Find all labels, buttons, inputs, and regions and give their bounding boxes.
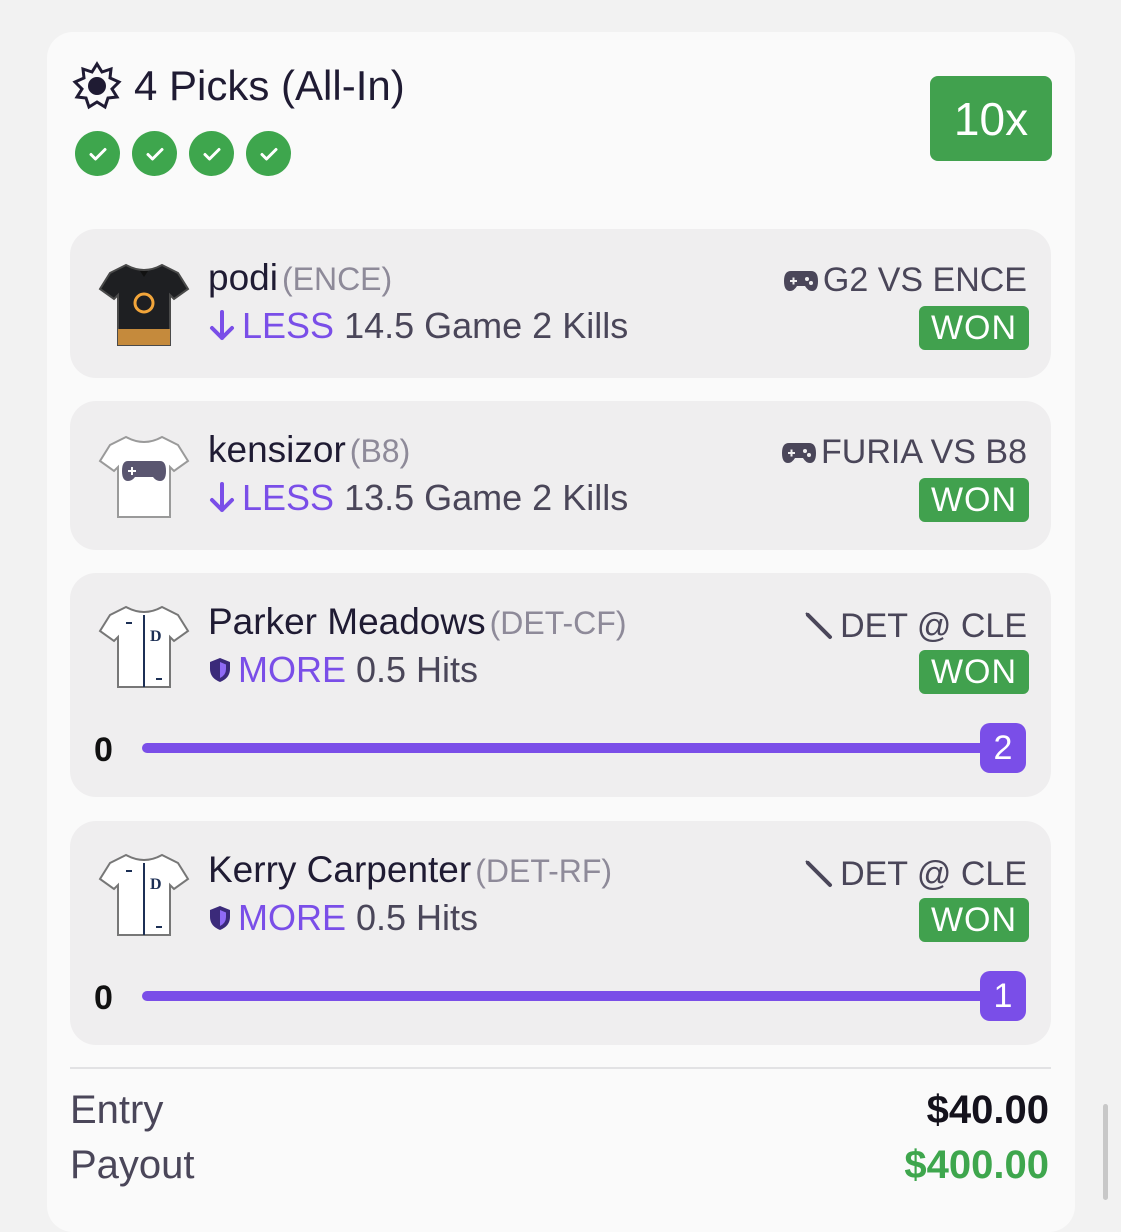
jersey-icon — [98, 263, 190, 346]
progress-value: 2 — [980, 723, 1026, 773]
pick-card[interactable]: D Kerry Carpenter (DET-RF) MORE 0.5 Hits … — [70, 821, 1051, 1045]
sun-icon — [72, 61, 122, 110]
matchup: DET @ CLE — [804, 607, 1027, 646]
entry-value: $40.00 — [926, 1088, 1049, 1132]
shield-icon — [210, 658, 230, 682]
check-icon — [75, 131, 120, 176]
pick-line: MORE 0.5 Hits — [208, 897, 478, 939]
pick-direction: LESS — [208, 477, 334, 519]
matchup: FURIA VS B8 — [781, 433, 1027, 472]
arrow-down-icon — [210, 310, 234, 340]
pick-direction: MORE — [208, 897, 346, 939]
progress-start: 0 — [94, 979, 113, 1017]
status-badge: WON — [919, 306, 1029, 350]
baseball-bat-icon — [805, 859, 833, 887]
pick-card[interactable]: podi (ENCE) LESS 14.5 Game 2 Kills G2 VS … — [70, 229, 1051, 378]
progress-value: 1 — [980, 971, 1026, 1021]
entry-label: Entry — [70, 1088, 164, 1132]
payout-multiplier-badge: 10x — [930, 76, 1052, 161]
gamepad-icon — [782, 442, 817, 463]
check-icon — [132, 131, 177, 176]
status-badge: WON — [919, 898, 1029, 942]
jersey-icon: D — [98, 853, 190, 936]
scrollbar[interactable] — [1103, 1104, 1108, 1200]
check-icon — [246, 131, 291, 176]
divider — [70, 1067, 1051, 1069]
pick-direction: LESS — [208, 305, 334, 347]
jersey-icon — [98, 435, 190, 518]
matchup: G2 VS ENCE — [783, 261, 1027, 300]
matchup: DET @ CLE — [804, 855, 1027, 894]
progress-start: 0 — [94, 731, 113, 769]
progress-bar — [142, 743, 1012, 753]
jersey-icon: D — [98, 605, 190, 688]
player-name: kensizor (B8) — [208, 429, 411, 470]
player-name: Parker Meadows (DET-CF) — [208, 601, 627, 642]
check-icon — [189, 131, 234, 176]
pick-line: LESS 13.5 Game 2 Kills — [208, 477, 628, 519]
status-badge: WON — [919, 650, 1029, 694]
status-badge: WON — [919, 478, 1029, 522]
payout-label: Payout — [70, 1143, 195, 1187]
entry-header: 4 Picks (All-In) — [72, 56, 405, 116]
gamepad-icon — [783, 270, 818, 291]
pick-direction: MORE — [208, 649, 346, 691]
payout-value: $400.00 — [904, 1143, 1049, 1187]
baseball-bat-icon — [805, 611, 833, 639]
player-name: Kerry Carpenter (DET-RF) — [208, 849, 613, 890]
arrow-down-icon — [210, 482, 234, 512]
pick-line: LESS 14.5 Game 2 Kills — [208, 305, 628, 347]
progress-bar — [142, 991, 1012, 1001]
svg-text:D: D — [150, 876, 162, 893]
pick-card[interactable]: kensizor (B8) LESS 13.5 Game 2 Kills FURI… — [70, 401, 1051, 550]
player-name: podi (ENCE) — [208, 257, 393, 298]
pick-line: MORE 0.5 Hits — [208, 649, 478, 691]
svg-text:D: D — [150, 628, 162, 645]
shield-icon — [210, 906, 230, 930]
pick-card[interactable]: D Parker Meadows (DET-CF) MORE 0.5 Hits D… — [70, 573, 1051, 797]
entry-title: 4 Picks (All-In) — [134, 62, 405, 109]
pick-status-checks — [75, 131, 291, 176]
